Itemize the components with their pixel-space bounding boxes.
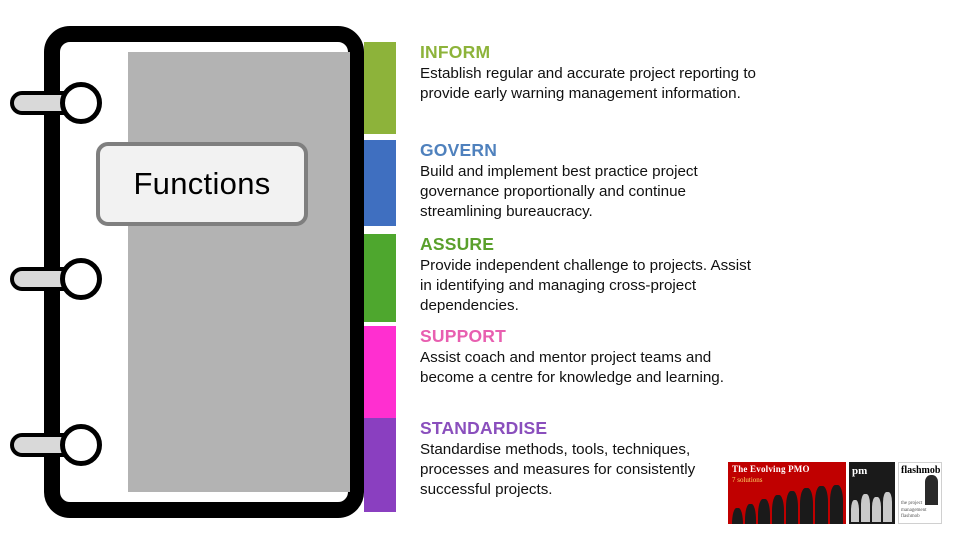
block-stripe [364, 140, 396, 226]
logo-flashmob-title: flashmob [901, 465, 941, 476]
block-body: Build and implement best practice projec… [420, 163, 698, 221]
block-text: ASSURE Provide independent challenge to … [396, 234, 760, 322]
block-title: SUPPORT [420, 326, 506, 346]
logo-pm: pm [849, 462, 895, 524]
block-body: Provide independent challenge to project… [420, 257, 751, 315]
block-text: GOVERN Build and implement best practice… [396, 140, 760, 226]
block-text: SUPPORT Assist coach and mentor project … [396, 326, 760, 418]
block-assure: ASSURE Provide independent challenge to … [364, 234, 760, 322]
block-body: Establish regular and accurate project r… [420, 65, 757, 103]
ring-circle [60, 424, 102, 466]
functions-label: Functions [133, 166, 271, 201]
logo-flashmob: flashmob the project management flashmob [898, 462, 942, 524]
block-govern: GOVERN Build and implement best practice… [364, 140, 760, 226]
block-body: Assist coach and mentor project teams an… [420, 349, 724, 387]
ring-circle [60, 258, 102, 300]
binder-ring-icon [10, 258, 110, 300]
logo-flashmob-subtitle: the project management flashmob [901, 501, 927, 519]
block-title: GOVERN [420, 140, 498, 160]
binder-ring-icon [10, 82, 110, 124]
block-inform: INFORM Establish regular and accurate pr… [364, 42, 760, 134]
block-title: ASSURE [420, 234, 495, 254]
binder-page [128, 52, 350, 492]
evolution-figures-icon [732, 484, 844, 524]
block-stripe [364, 42, 396, 134]
block-stripe [364, 326, 396, 418]
logo-pm-title: pm [852, 465, 868, 477]
logo-evolving-subtitle: 7 solutions [732, 476, 763, 484]
block-support: SUPPORT Assist coach and mentor project … [364, 326, 760, 418]
logo-evolving-title: The Evolving PMO [732, 464, 810, 474]
block-text: INFORM Establish regular and accurate pr… [396, 42, 760, 134]
block-stripe [364, 234, 396, 322]
ring-circle [60, 82, 102, 124]
block-body: Standardise methods, tools, techniques, … [420, 441, 696, 499]
pm-figures-icon [851, 488, 893, 522]
logo-evolving-pmo: The Evolving PMO 7 solutions [728, 462, 846, 524]
block-text: STANDARDISE Standardise methods, tools, … [396, 418, 760, 512]
block-title: INFORM [420, 42, 491, 62]
block-stripe [364, 418, 396, 512]
functions-label-box: Functions [96, 142, 308, 226]
block-standardise: STANDARDISE Standardise methods, tools, … [364, 418, 760, 512]
logo-strip: The Evolving PMO 7 solutions pm flashmob… [728, 462, 942, 524]
block-title: STANDARDISE [420, 418, 548, 438]
binder-ring-icon [10, 424, 110, 466]
binder-graphic [10, 26, 376, 534]
